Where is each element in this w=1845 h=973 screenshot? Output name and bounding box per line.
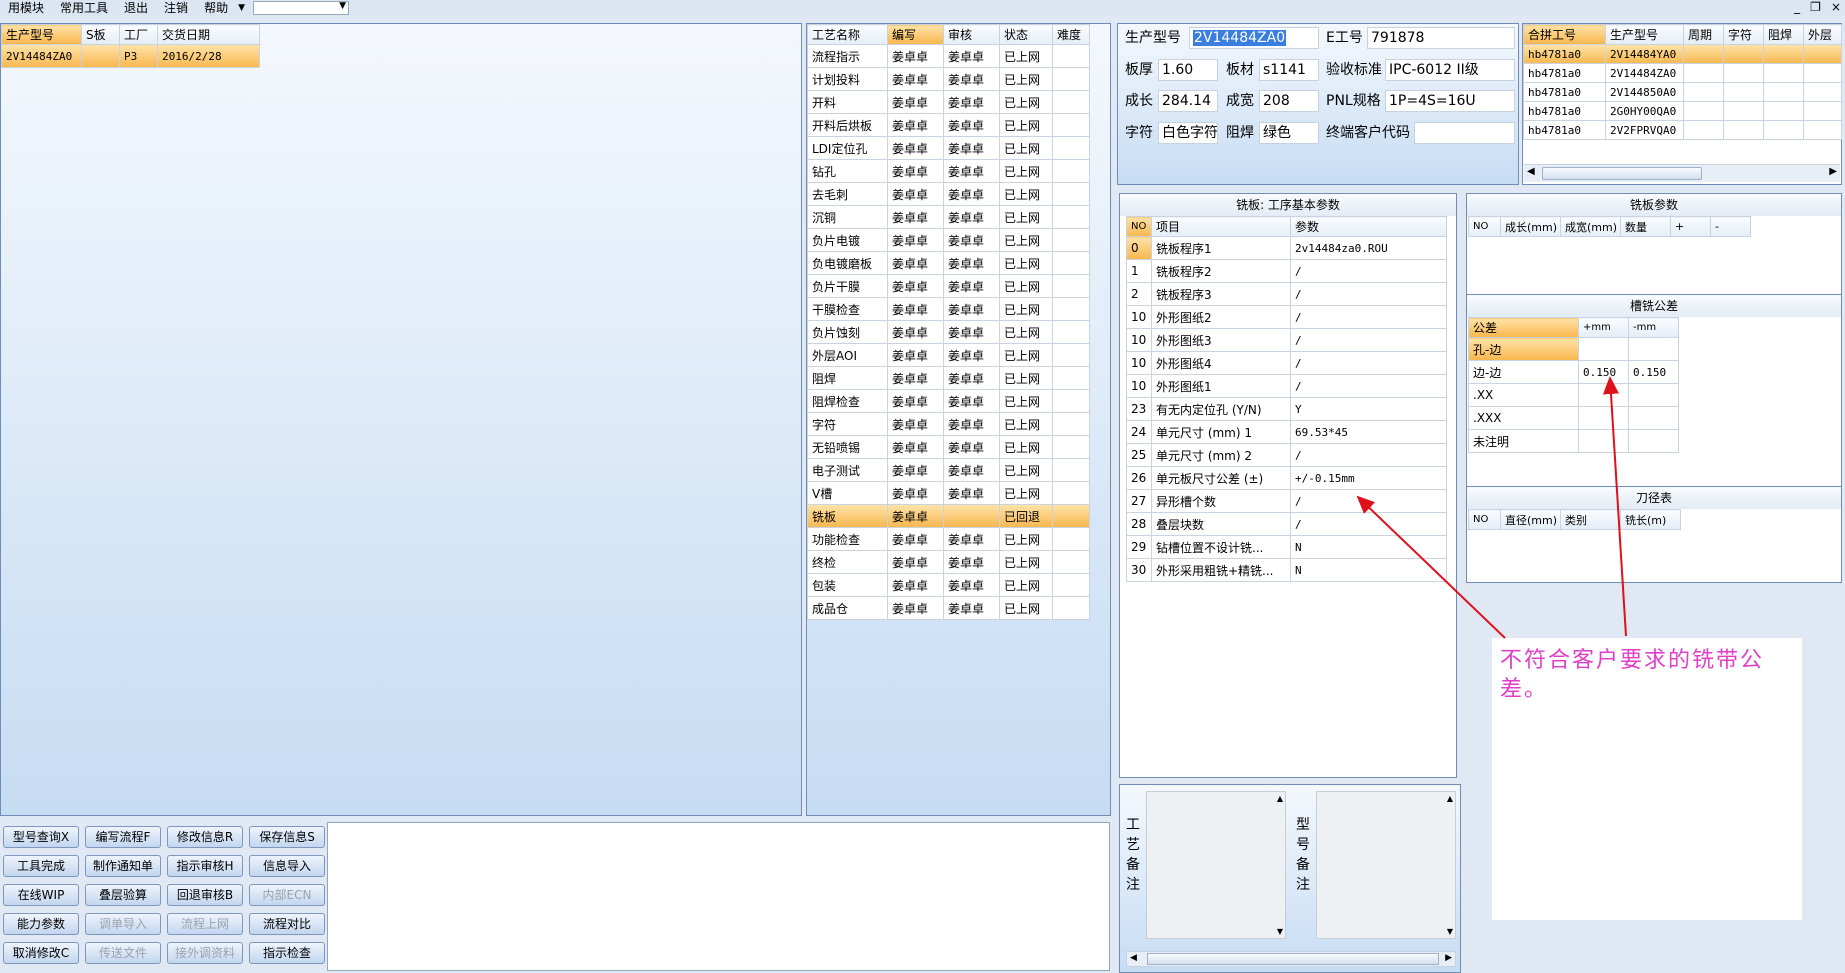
- annotation-arrow-2: [1603, 376, 1627, 637]
- annotation-arrow-1: [1356, 495, 1506, 639]
- annotation-arrows: [1356, 376, 1627, 639]
